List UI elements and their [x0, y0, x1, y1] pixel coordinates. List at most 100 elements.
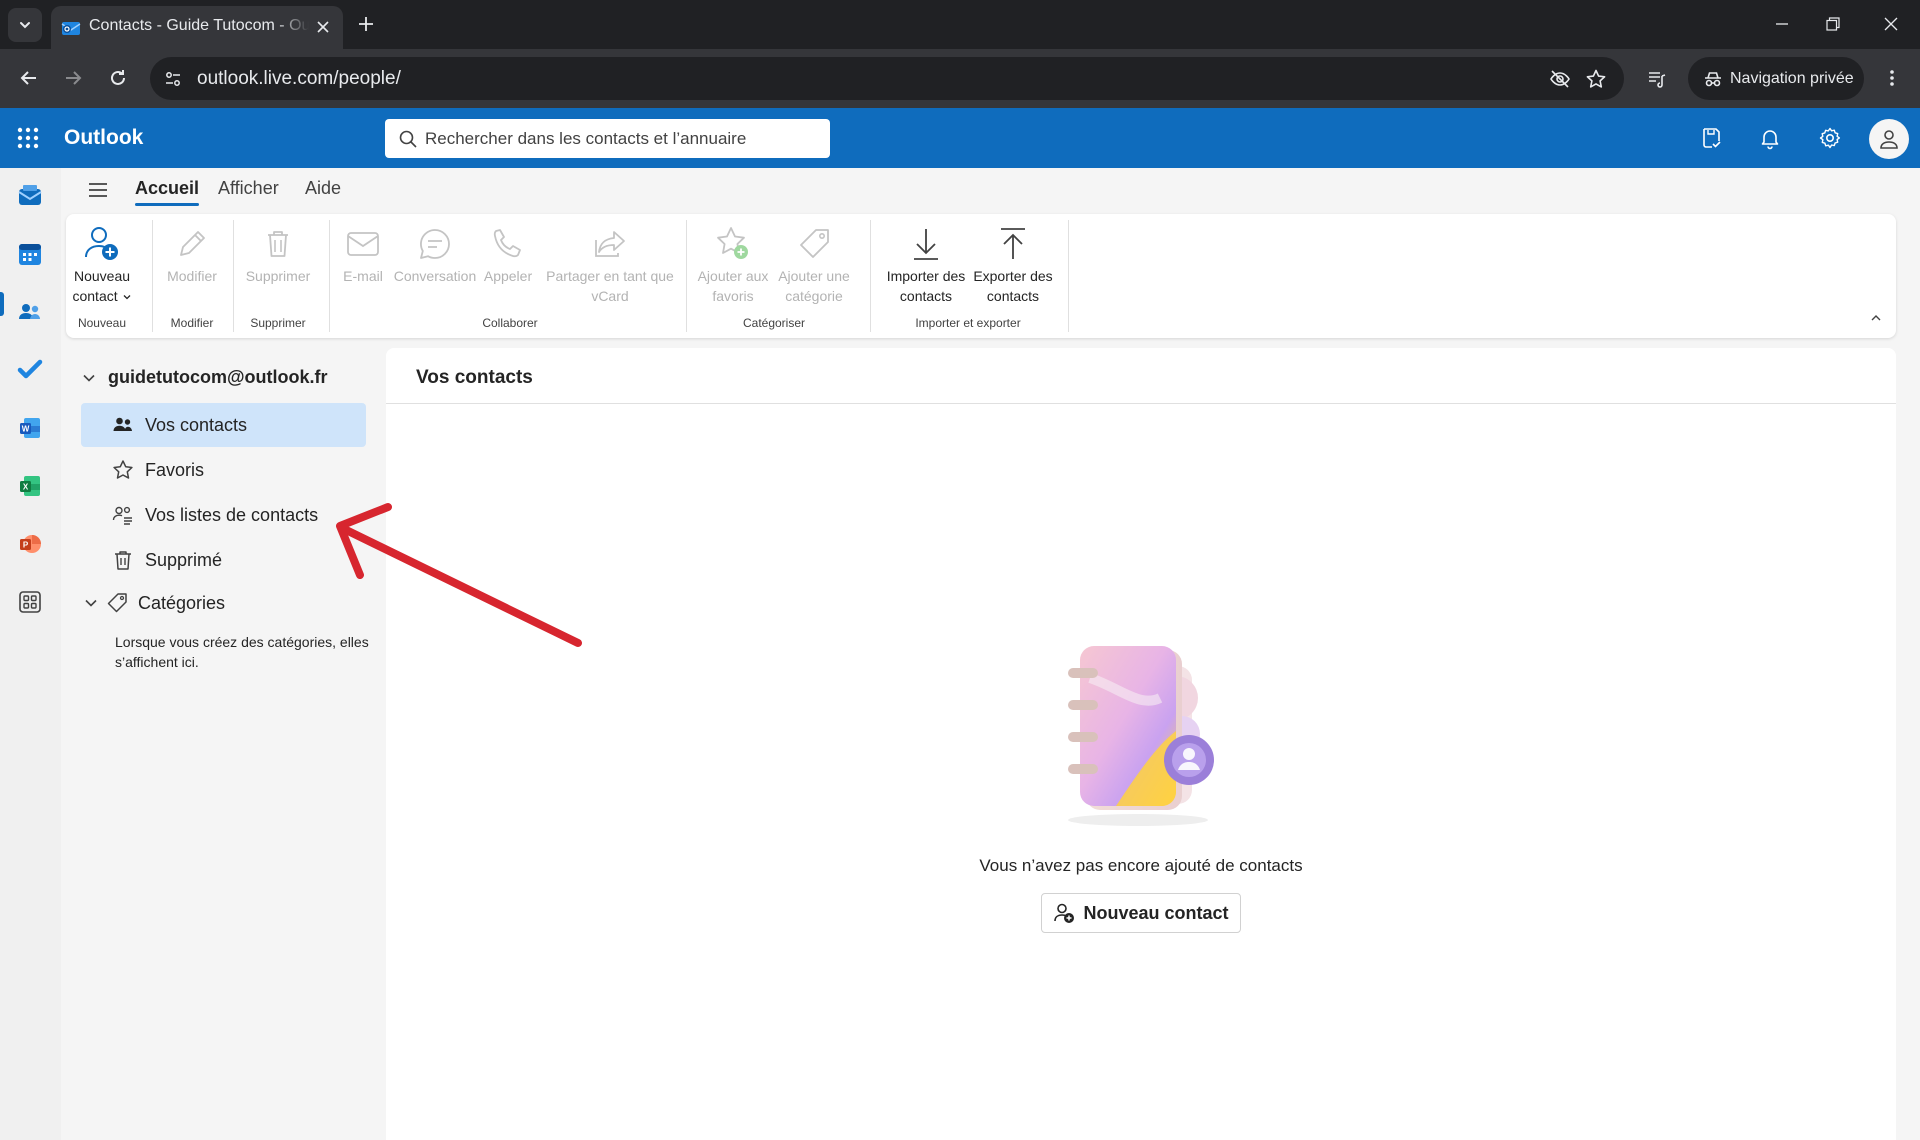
account-avatar[interactable]	[1869, 119, 1909, 159]
delete-ribbon-button[interactable]: Supprimer	[238, 224, 318, 286]
group-label-collaborate: Collaborer	[482, 316, 538, 330]
folder-label: Vos contacts	[145, 414, 248, 435]
mail-icon	[18, 185, 42, 205]
close-icon	[1884, 17, 1898, 31]
powerpoint-app-button[interactable]: P	[14, 528, 46, 560]
browser-tab-title: Contacts - Guide Tutocom - Outlook	[89, 17, 309, 34]
more-apps-button[interactable]	[14, 586, 46, 618]
folder-favoris[interactable]: Favoris	[81, 448, 366, 492]
minimize-button[interactable]	[1768, 10, 1796, 38]
chevron-down-icon	[123, 295, 130, 300]
account-node[interactable]: guidetutocom@outlook.fr	[82, 367, 328, 388]
excel-icon: X	[20, 476, 40, 496]
categories-label: Catégories	[138, 592, 226, 613]
ribbon-toolbar: Nouveau contact Nouveau Modifier Modifie…	[66, 214, 1896, 338]
upload-arrow-icon	[993, 224, 1033, 264]
reading-list-button[interactable]	[1642, 63, 1672, 93]
restore-icon	[1826, 17, 1840, 31]
share-label-1: Partager en tant que	[546, 268, 674, 284]
call-label: Appeler	[483, 268, 533, 284]
mail-app-button[interactable]	[14, 180, 46, 212]
reading-list-icon	[1649, 72, 1666, 88]
url-text: outlook.live.com/people/	[197, 68, 401, 89]
settings-button[interactable]	[1817, 125, 1843, 151]
search-box[interactable]	[385, 119, 830, 158]
categories-node[interactable]: Catégories	[84, 592, 225, 614]
word-icon: W	[20, 418, 40, 438]
contacts-main-panel: Vos contacts Vous n’avez pas encore ajou…	[386, 348, 1896, 1140]
reload-button[interactable]	[103, 63, 133, 93]
add-category-label-2: catégorie	[785, 288, 843, 304]
close-icon[interactable]	[313, 17, 333, 37]
new-contact-button[interactable]: Nouveau contact	[1041, 893, 1241, 933]
add-favorites-label-1: Ajouter aux	[697, 268, 769, 284]
browser-menu-button[interactable]	[1882, 63, 1902, 93]
people-icon	[111, 413, 135, 437]
chevron-up-icon[interactable]	[1868, 310, 1884, 326]
edit-label: Modifier	[167, 268, 217, 284]
app-launcher-icon[interactable]	[16, 126, 40, 150]
notifications-button[interactable]	[1757, 125, 1783, 151]
group-label-categorize: Catégoriser	[742, 316, 806, 330]
export-contacts-ribbon-button[interactable]: Exporter des contacts	[970, 224, 1056, 306]
word-app-button[interactable]: W	[14, 412, 46, 444]
people-app-button[interactable]	[14, 296, 46, 328]
restore-button[interactable]	[1819, 10, 1847, 38]
ribbon-separator	[686, 220, 687, 332]
email-ribbon-button[interactable]: E-mail	[338, 224, 388, 286]
annotation-arrow	[336, 503, 582, 647]
plus-icon	[359, 17, 373, 31]
svg-text:X: X	[23, 483, 29, 492]
hamburger-menu-icon[interactable]	[86, 178, 110, 202]
back-button[interactable]	[14, 63, 44, 93]
browser-tab-active[interactable]: Contacts - Guide Tutocom - Outlook	[51, 6, 343, 49]
download-arrow-icon	[906, 224, 946, 264]
import-contacts-ribbon-button[interactable]: Importer des contacts	[880, 224, 972, 306]
person-icon	[1880, 130, 1898, 149]
account-email: guidetutocom@outlook.fr	[108, 367, 328, 387]
chat-ribbon-button[interactable]: Conversation	[390, 224, 480, 286]
tab-search-button[interactable]	[8, 8, 42, 42]
calendar-app-button[interactable]	[14, 238, 46, 270]
group-label-new: Nouveau	[77, 316, 127, 330]
bell-icon	[1761, 130, 1779, 150]
new-contact-ribbon-button[interactable]: Nouveau contact	[70, 224, 134, 306]
ribbon-separator	[152, 220, 153, 332]
chevron-down-icon	[20, 22, 30, 29]
trash-icon	[111, 548, 135, 572]
window-close-button[interactable]	[1877, 10, 1905, 38]
tag-icon	[107, 593, 127, 613]
eye-off-icon[interactable]	[1548, 67, 1572, 91]
address-book-illustration	[1068, 646, 1214, 826]
todo-app-button[interactable]	[14, 354, 46, 386]
svg-text:P: P	[23, 541, 29, 550]
outlook-header: Outlook	[0, 108, 1920, 168]
tab-afficher[interactable]: Afficher	[218, 178, 279, 199]
edit-ribbon-button[interactable]: Modifier	[156, 224, 228, 286]
new-tab-button[interactable]	[354, 12, 378, 36]
excel-app-button[interactable]: X	[14, 470, 46, 502]
share-vcard-ribbon-button[interactable]: Partager en tant que vCard	[538, 224, 682, 306]
address-bar[interactable]: outlook.live.com/people/	[150, 57, 1624, 100]
ribbon-separator	[329, 220, 330, 332]
bookmark-star-icon[interactable]	[1584, 67, 1608, 91]
tag-icon	[794, 224, 834, 264]
app-name[interactable]: Outlook	[64, 126, 143, 150]
my-day-button[interactable]	[1698, 125, 1724, 151]
private-browsing-indicator[interactable]: Navigation privée	[1688, 57, 1864, 100]
chat-bubble-icon	[415, 224, 455, 264]
forward-button[interactable]	[58, 63, 88, 93]
tab-aide[interactable]: Aide	[305, 178, 341, 199]
site-settings-icon[interactable]	[162, 68, 184, 90]
ribbon-separator	[233, 220, 234, 332]
add-favorites-ribbon-button[interactable]: Ajouter aux favoris	[694, 224, 772, 306]
tab-accueil[interactable]: Accueil	[135, 178, 200, 206]
arrow-right-icon	[66, 71, 82, 85]
chevron-down-icon	[85, 599, 97, 607]
active-app-indicator	[0, 292, 4, 316]
note-check-icon	[1703, 128, 1721, 148]
call-ribbon-button[interactable]: Appeler	[478, 224, 538, 286]
search-input[interactable]	[425, 125, 820, 152]
folder-vos-contacts[interactable]: Vos contacts	[81, 403, 366, 447]
add-category-ribbon-button[interactable]: Ajouter une catégorie	[774, 224, 854, 306]
